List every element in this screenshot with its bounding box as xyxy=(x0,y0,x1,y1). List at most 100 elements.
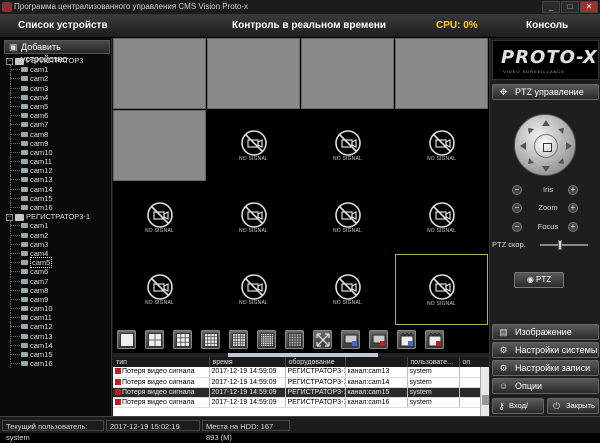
log-column-header[interactable]: пользовате... xyxy=(407,357,460,367)
video-cell[interactable] xyxy=(207,38,300,109)
recorder-icon xyxy=(15,57,24,65)
layout-25-icon xyxy=(232,333,246,347)
camera-node[interactable]: cam8 xyxy=(0,129,111,139)
video-cell[interactable]: NO SIGNAL xyxy=(301,110,394,181)
video-cell[interactable]: NO SIGNAL xyxy=(113,182,206,253)
video-cell[interactable]: NO SIGNAL xyxy=(395,110,488,181)
camera-node[interactable]: cam11 xyxy=(0,313,111,323)
camera-node[interactable]: cam6 xyxy=(0,267,111,277)
video-cell[interactable]: NO SIGNAL xyxy=(395,254,488,325)
focus-plus-button[interactable]: + xyxy=(568,222,578,232)
video-cell[interactable]: NO SIGNAL xyxy=(395,182,488,253)
camera-node[interactable]: cam6 xyxy=(0,111,111,121)
zoom-minus-button[interactable]: − xyxy=(512,203,522,213)
camera-node[interactable]: cam15 xyxy=(0,350,111,360)
log-row[interactable]: Потеря видео сигнала 2017-12-19 14:59:09 Р… xyxy=(113,377,489,388)
camera-node[interactable]: cam2 xyxy=(0,74,111,84)
camera-node[interactable]: cam9 xyxy=(0,294,111,305)
camera-node[interactable]: cam16 xyxy=(0,203,111,213)
log-column-header[interactable]: оборудование xyxy=(285,357,346,367)
camera-node[interactable]: cam4 xyxy=(0,92,111,103)
stop-all-button[interactable] xyxy=(369,330,388,349)
zoom-plus-button[interactable]: + xyxy=(568,203,578,213)
log-column-header[interactable]: время xyxy=(209,357,286,367)
layout-36-button[interactable] xyxy=(257,330,276,349)
ptz-speed-slider[interactable] xyxy=(540,240,588,250)
close-button[interactable]: ⏻ Закрыть xyxy=(547,398,599,414)
video-cell[interactable] xyxy=(113,38,206,109)
camera-node[interactable]: cam8 xyxy=(0,285,111,296)
camera-node[interactable]: cam5 xyxy=(0,101,111,112)
video-cell[interactable]: NO SIGNAL xyxy=(207,254,300,325)
video-cell[interactable]: NO SIGNAL xyxy=(207,182,300,253)
camera-node[interactable]: cam7 xyxy=(0,120,111,130)
log-row[interactable]: Потеря видео сигнала 2017-12-19 14:59:09 Р… xyxy=(113,367,489,378)
video-cell[interactable] xyxy=(395,38,488,109)
ptz-center-button[interactable] xyxy=(534,134,558,158)
options-button[interactable]: ☺ Опции xyxy=(492,378,599,394)
collapse-icon[interactable]: − xyxy=(6,57,13,65)
log-scrollbar[interactable] xyxy=(480,367,489,416)
record-settings-button[interactable]: ⚙ Настройки записи xyxy=(492,360,599,376)
log-column-header[interactable]: тип xyxy=(113,357,210,367)
video-cell[interactable]: NO SIGNAL xyxy=(113,254,206,325)
collapse-icon[interactable]: − xyxy=(6,213,13,221)
camera-node[interactable]: cam4 xyxy=(0,248,111,259)
video-cell[interactable]: NO SIGNAL xyxy=(301,182,394,253)
recorder-node[interactable]: − РЕГИСТРАТОР3-1 xyxy=(0,212,111,221)
layout-1-button[interactable] xyxy=(117,330,136,349)
camera-node[interactable]: cam11 xyxy=(0,157,111,167)
camera-node[interactable]: cam2 xyxy=(0,230,111,240)
layout-64-button[interactable] xyxy=(285,330,304,349)
camera-node[interactable]: cam3 xyxy=(0,239,111,250)
recorder-node[interactable]: − РЕГИСТРАТОР3 xyxy=(0,56,111,65)
ptz-joystick[interactable] xyxy=(514,114,576,176)
camera-node[interactable]: cam12 xyxy=(0,322,111,332)
sequence-button[interactable] xyxy=(341,330,360,349)
camera-node[interactable]: cam14 xyxy=(0,184,111,195)
layout-16-button[interactable] xyxy=(201,330,220,349)
system-settings-button[interactable]: ⚙ Настройки системы xyxy=(492,342,599,358)
camera-node[interactable]: cam16 xyxy=(0,359,111,369)
camera-node[interactable]: cam10 xyxy=(0,304,111,314)
camera-node[interactable]: cam12 xyxy=(0,166,111,176)
camera-node[interactable]: cam3 xyxy=(0,83,111,93)
log-column-header[interactable] xyxy=(345,357,408,367)
login-logout-button[interactable]: ⚷ Вход/Вых. xyxy=(492,398,544,424)
camera-node[interactable]: cam9 xyxy=(0,138,111,149)
video-cell[interactable] xyxy=(301,38,394,109)
video-cell[interactable]: NO SIGNAL xyxy=(301,254,394,325)
layout-25-button[interactable] xyxy=(229,330,248,349)
camera-node[interactable]: cam10 xyxy=(0,147,111,158)
layout-4-button[interactable] xyxy=(145,330,164,349)
minimize-button[interactable]: _ xyxy=(542,1,560,13)
image-button[interactable]: ▤ Изображение xyxy=(492,324,599,340)
ptz-control-button[interactable]: ✥ PTZ управление xyxy=(492,84,599,100)
focus-minus-button[interactable]: − xyxy=(512,222,522,232)
camera-node[interactable]: cam1 xyxy=(0,65,111,75)
iris-minus-button[interactable]: − xyxy=(512,185,522,195)
camera-node[interactable]: cam13 xyxy=(0,331,111,342)
camera-node[interactable]: cam15 xyxy=(0,193,111,204)
close-window-button[interactable]: ✕ xyxy=(580,1,598,13)
camera-node[interactable]: cam13 xyxy=(0,175,111,185)
log-row[interactable]: Потеря видео сигнала 2017-12-19 14:59:09 Р… xyxy=(113,397,489,408)
record-all-button[interactable] xyxy=(397,330,416,349)
add-device-button[interactable]: ▣ Добавить устройство xyxy=(4,40,110,64)
camera-node[interactable]: cam7 xyxy=(0,276,111,286)
log-row[interactable]: Потеря видео сигнала 2017-12-19 14:59:09 Р… xyxy=(113,387,489,398)
layout-9-button[interactable] xyxy=(173,330,192,349)
ptz-button[interactable]: ◉ PTZ xyxy=(514,272,564,288)
video-cell[interactable] xyxy=(113,110,206,181)
camera-node[interactable]: cam5 xyxy=(0,257,111,269)
fullscreen-button[interactable] xyxy=(313,330,332,349)
log-column-header[interactable]: оп xyxy=(459,357,489,367)
camera-node[interactable]: cam14 xyxy=(0,340,111,351)
snapshot-button[interactable] xyxy=(425,330,444,349)
maximize-button[interactable]: □ xyxy=(561,1,579,13)
iris-plus-button[interactable]: + xyxy=(568,185,578,195)
camera-node[interactable]: cam1 xyxy=(0,221,111,231)
video-cell[interactable]: NO SIGNAL xyxy=(207,110,300,181)
live-view-tab[interactable]: Контроль в реальном времени xyxy=(232,20,386,31)
no-signal-label: NO SIGNAL xyxy=(238,300,269,306)
